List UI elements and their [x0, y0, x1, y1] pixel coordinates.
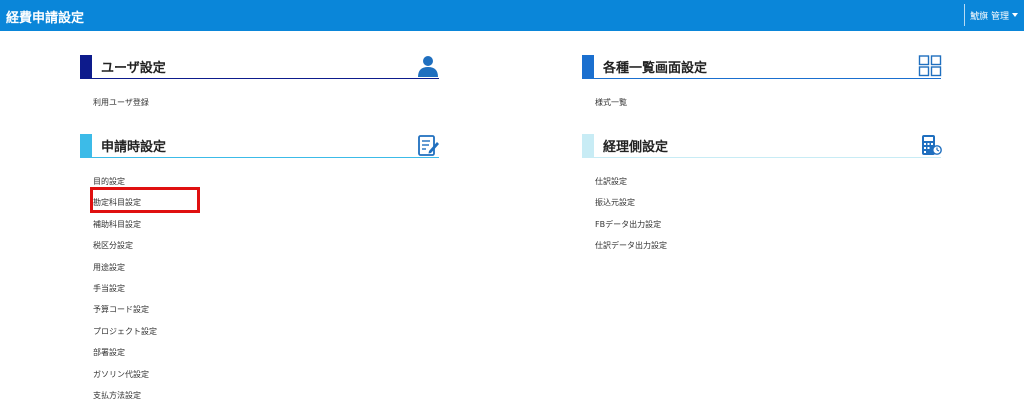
section-user-settings: ユーザ設定 利用ユーザ登録	[80, 55, 440, 113]
highlight-box	[90, 187, 200, 213]
section-accent-bar	[582, 134, 594, 158]
menu-link-user-registration[interactable]: 利用ユーザ登録	[93, 92, 440, 113]
section-header: 申請時設定	[80, 134, 440, 158]
section-accent-bar	[80, 134, 92, 158]
menu-link-transfer-source[interactable]: 振込元設定	[595, 192, 942, 213]
section-underline	[92, 78, 439, 79]
menu-link-journal[interactable]: 仕訳設定	[595, 171, 942, 192]
section-underline	[92, 157, 439, 158]
app-title: 経費申請設定	[6, 11, 85, 26]
menu-link-payment-method[interactable]: 支払方法設定	[93, 385, 440, 406]
menu-link-project[interactable]: プロジェクト設定	[93, 321, 440, 342]
user-settings-list: 利用ユーザ登録	[93, 92, 440, 113]
section-header: 各種一覧画面設定	[582, 55, 942, 79]
section-underline	[594, 157, 941, 158]
menu-link-journal-data-output[interactable]: 仕訳データ出力設定	[595, 235, 942, 256]
section-underline	[594, 78, 941, 79]
accounting-settings-list: 仕訳設定 振込元設定 FBデータ出力設定 仕訳データ出力設定	[595, 171, 942, 257]
list-settings-list: 様式一覧	[595, 92, 942, 113]
user-icon	[418, 56, 438, 77]
menu-link-budget-code[interactable]: 予算コード設定	[93, 299, 440, 320]
section-header: 経理側設定	[582, 134, 942, 158]
section-list-settings: 各種一覧画面設定 様式一覧	[582, 55, 942, 113]
section-title: 申請時設定	[101, 140, 167, 155]
user-menu-dropdown[interactable]: 鯱旗 管理	[964, 4, 1018, 26]
menu-link-department[interactable]: 部署設定	[93, 342, 440, 363]
menu-link-fb-data-output[interactable]: FBデータ出力設定	[595, 214, 942, 235]
top-header-bar: 経費申請設定 鯱旗 管理	[0, 0, 1024, 31]
menu-link-allowance[interactable]: 手当設定	[93, 278, 440, 299]
menu-link-gasoline[interactable]: ガソリン代設定	[93, 364, 440, 385]
menu-link-tax-category[interactable]: 税区分設定	[93, 235, 440, 256]
section-accent-bar	[582, 55, 594, 79]
caret-down-icon	[1012, 13, 1018, 17]
menu-link-form-list[interactable]: 様式一覧	[595, 92, 942, 113]
edit-document-icon	[418, 135, 439, 156]
section-header: ユーザ設定	[80, 55, 440, 79]
grid-icon	[918, 55, 942, 77]
section-apply-settings: 申請時設定 目的設定 勘定科目設定 補助科目設定 税区分設定 用途設定 手当設定…	[80, 134, 440, 406]
section-title: 経理側設定	[603, 140, 669, 155]
section-accounting-settings: 経理側設定 仕訳設定 振込元設定 FBデータ出力設定 仕訳データ出力設定	[582, 134, 942, 257]
user-menu-label: 鯱旗 管理	[970, 11, 1009, 22]
calculator-icon	[922, 135, 942, 155]
menu-link-sub-account[interactable]: 補助科目設定	[93, 214, 440, 235]
section-accent-bar	[80, 55, 92, 79]
menu-link-usage[interactable]: 用途設定	[93, 257, 440, 278]
section-title: 各種一覧画面設定	[603, 61, 708, 76]
section-title: ユーザ設定	[101, 61, 166, 76]
